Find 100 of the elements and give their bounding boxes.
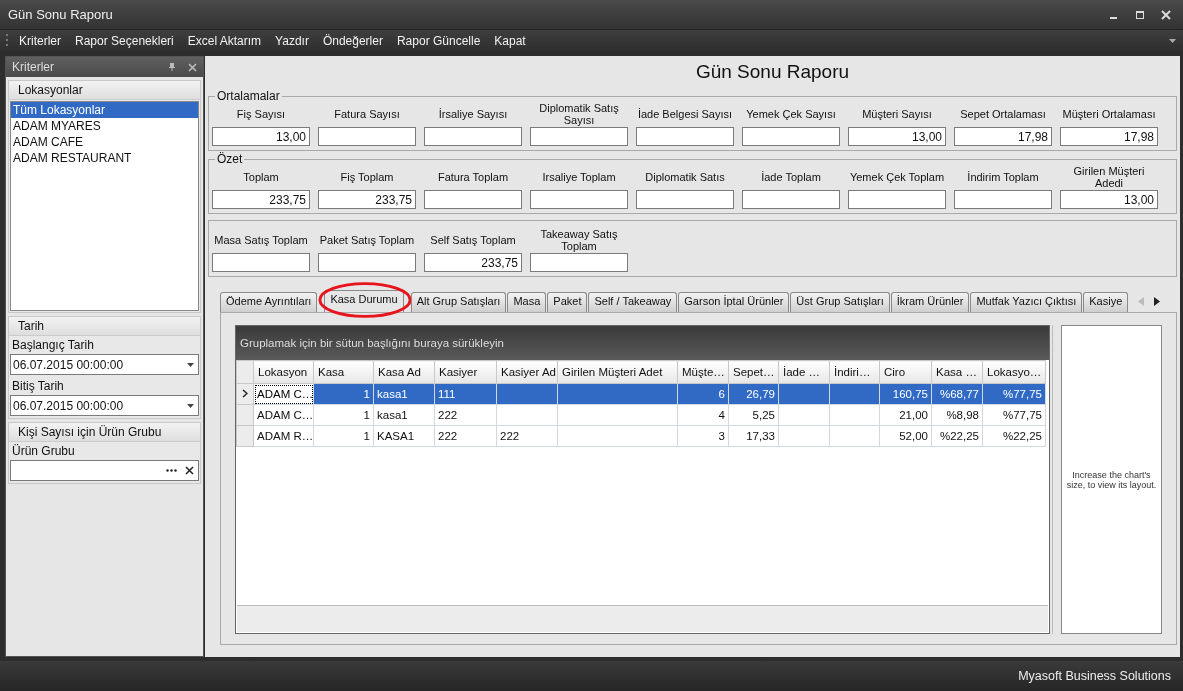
table-cell: 21,00: [899, 409, 928, 421]
value-field[interactable]: [318, 127, 416, 146]
tab[interactable]: Mutfak Yazıcı Çıktısı: [970, 292, 1083, 312]
value-field[interactable]: [636, 190, 734, 209]
value-field[interactable]: [848, 190, 946, 209]
tab[interactable]: Üst Grup Satışları: [790, 292, 890, 312]
product-group-field[interactable]: [10, 460, 199, 481]
table-cell: ADAM C…: [257, 388, 313, 400]
menu-item[interactable]: Excel Aktarım: [187, 34, 262, 48]
column-header[interactable]: İndiri…: [829, 360, 880, 384]
column-header[interactable]: Girilen Müşteri Adet: [557, 360, 678, 384]
close-icon[interactable]: [1161, 9, 1171, 20]
table-cell: 222: [500, 430, 520, 442]
field-label: Fiş Toplam: [339, 170, 395, 185]
status-text: Myasoft Business Solutions: [1018, 669, 1171, 683]
table-cell: %22,25: [940, 430, 979, 442]
column-header[interactable]: Kasiyer Ad: [496, 360, 558, 384]
value-field[interactable]: 233,75: [212, 190, 310, 209]
dropdown-icon[interactable]: [187, 362, 194, 367]
menu-item[interactable]: Rapor Seçenekleri: [75, 34, 174, 48]
value-field[interactable]: 13,00: [212, 127, 310, 146]
clear-icon[interactable]: [185, 466, 194, 475]
field-label: Toplam: [242, 170, 280, 185]
table-cell: ADAM R…: [257, 430, 313, 442]
value-field[interactable]: [530, 253, 628, 272]
location-item[interactable]: ADAM RESTAURANT: [11, 150, 198, 166]
location-item[interactable]: Tüm Lokasyonlar: [11, 102, 198, 118]
table-cell: KASA1: [377, 430, 415, 442]
column-header[interactable]: Kasa Ad: [373, 360, 435, 384]
value-field[interactable]: [530, 127, 628, 146]
menu-item[interactable]: Kapat: [494, 34, 526, 48]
column-header[interactable]: Lokasyo…: [982, 360, 1046, 384]
menu-item[interactable]: Rapor Güncelle: [396, 34, 481, 48]
value-field[interactable]: 13,00: [848, 127, 946, 146]
tab[interactable]: Kasiye: [1083, 292, 1129, 312]
value-field[interactable]: 233,75: [424, 253, 522, 272]
table-cell: 17,33: [746, 430, 775, 442]
date-field[interactable]: 06.07.2015 00:00:00: [10, 354, 199, 375]
value-field[interactable]: [742, 127, 840, 146]
table-cell: kasa1: [377, 388, 408, 400]
tab[interactable]: İkram Ürünler: [890, 292, 970, 312]
tab[interactable]: Ödeme Ayrıntıları: [220, 292, 318, 312]
column-header[interactable]: Kasa: [313, 360, 374, 384]
field-label: Başlangıç Tarih: [11, 337, 95, 353]
location-item[interactable]: ADAM MYARES: [11, 118, 198, 134]
value-field[interactable]: [424, 127, 522, 146]
field-label: Irsaliye Toplam: [541, 170, 617, 185]
table-cell: 1: [363, 430, 370, 442]
table-cell: 160,75: [892, 388, 928, 400]
field-label: Fatura Sayısı: [333, 107, 401, 122]
field-label: Bitiş Tarih: [11, 378, 65, 394]
column-header[interactable]: Müşte…: [677, 360, 729, 384]
location-list[interactable]: Tüm Lokasyonlar ADAM MYARES ADAM CAFE ADAM RESTAURANT: [10, 101, 199, 311]
column-header[interactable]: Lokasyon: [253, 360, 314, 384]
field-label: Paket Satış Toplam: [318, 233, 416, 248]
location-item[interactable]: ADAM CAFE: [11, 134, 198, 150]
value-field[interactable]: 17,98: [954, 127, 1052, 146]
dropdown-icon[interactable]: [1169, 39, 1176, 43]
field-label: İndirim Toplam: [966, 170, 1040, 185]
row-indicator-icon: [242, 389, 248, 398]
value-field[interactable]: [212, 253, 310, 272]
table-cell: %77,75: [1003, 409, 1042, 421]
column-header[interactable]: Sepet…: [728, 360, 779, 384]
pin-icon[interactable]: [168, 62, 176, 72]
tab[interactable]: Masa: [507, 292, 547, 312]
column-header[interactable]: Kasiyer: [434, 360, 497, 384]
tab[interactable]: Self / Takeaway: [588, 292, 678, 312]
scroll-right-icon[interactable]: [1154, 296, 1161, 306]
table-cell: 1: [363, 409, 370, 421]
tab[interactable]: Alt Grup Satışları: [410, 292, 507, 312]
tab[interactable]: Garson İptal Ürünler: [678, 292, 790, 312]
menu-item[interactable]: Kriterler: [19, 34, 61, 48]
field-label: Sepet Ortalaması: [959, 107, 1047, 122]
field-label: Takeaway Satış Toplam: [539, 227, 619, 253]
column-header[interactable]: İade …: [778, 360, 830, 384]
value-field[interactable]: [954, 190, 1052, 209]
menu-item[interactable]: Öndeğerler: [322, 34, 383, 48]
value-field[interactable]: 233,75: [318, 190, 416, 209]
value-field[interactable]: [424, 190, 522, 209]
value-field[interactable]: 13,00: [1060, 190, 1158, 209]
field-label: Girilen Müşteri Adedi: [1072, 164, 1146, 190]
dropdown-icon[interactable]: [187, 403, 194, 408]
chart-message: Increase the chart's size, to view its layout.: [1065, 469, 1158, 490]
column-header[interactable]: Kasa …: [931, 360, 983, 384]
window-title: Gün Sonu Raporu: [8, 7, 113, 22]
more-icon[interactable]: [166, 469, 177, 472]
value-field[interactable]: [318, 253, 416, 272]
menu-item[interactable]: Yazdır: [275, 34, 309, 48]
value-field[interactable]: [636, 127, 734, 146]
date-field[interactable]: 06.07.2015 00:00:00: [10, 395, 199, 416]
tab[interactable]: Paket: [547, 292, 588, 312]
table-cell: %68,77: [940, 388, 979, 400]
maximize-icon[interactable]: [1135, 9, 1145, 20]
table-cell: 222: [438, 409, 458, 421]
value-field[interactable]: [530, 190, 628, 209]
column-header[interactable]: Ciro: [879, 360, 932, 384]
tab[interactable]: Kasa Durumu: [324, 290, 404, 312]
value-field[interactable]: [742, 190, 840, 209]
value-field[interactable]: 17,98: [1060, 127, 1158, 146]
close-icon[interactable]: [188, 62, 197, 72]
